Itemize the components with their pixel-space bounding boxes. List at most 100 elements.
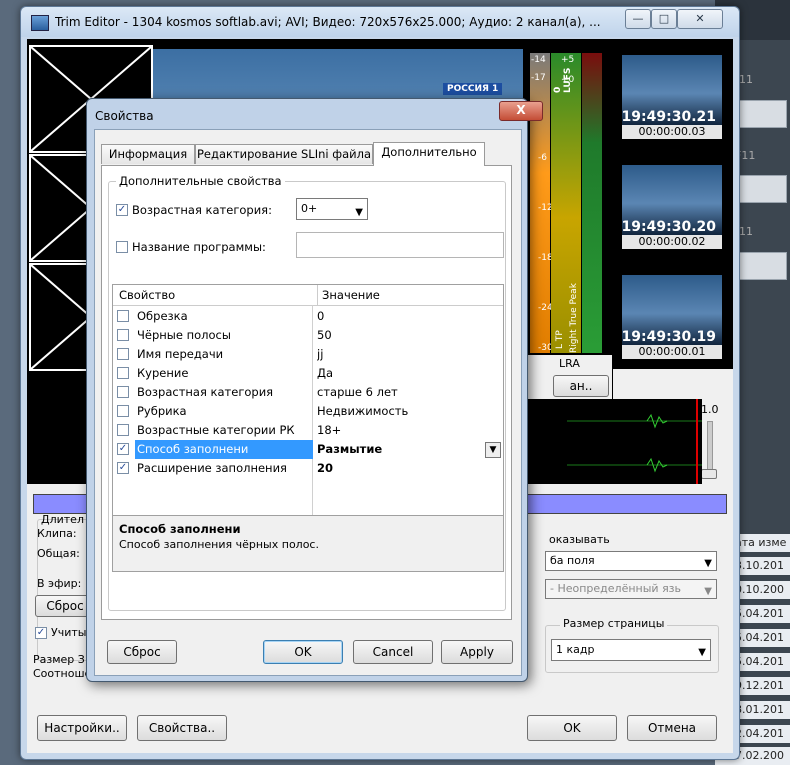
thumbnail[interactable]: 19:49:30.20 00:00:00.02 [617,165,727,249]
ltp-label: L TP [555,330,565,349]
table-row[interactable]: Имя передачи jj [113,345,503,364]
audio-waveform [567,399,702,484]
row-value: старше 6 лет [317,385,398,399]
bg-side-label-3: 11 [739,225,753,238]
row-value: jj [317,347,324,361]
thumbnail[interactable]: 19:49:30.19 00:00:00.01 [617,275,727,359]
meter-tick: +5 [561,55,575,65]
ok-button[interactable]: OK [527,715,617,741]
thumbnail[interactable]: 19:49:30.21 00:00:00.03 [617,55,727,139]
meter-tick: -17 [531,73,546,83]
table-row[interactable]: Курение Да [113,364,503,383]
close-icon[interactable]: ✕ [677,9,723,29]
volume-slider-thumb[interactable] [701,469,717,479]
age-category-label: Возрастная категория: [132,203,272,217]
chevron-down-icon: ▼ [698,647,706,658]
program-name-checkbox[interactable] [116,241,128,253]
tab-additional[interactable]: Дополнительно [373,142,485,166]
ok-button[interactable]: OK [263,640,343,664]
total-label: Общая: [37,547,80,560]
row-checkbox[interactable]: ✓ [117,443,129,455]
meter-settings-button[interactable]: ан.. [553,375,609,397]
description-text: Способ заполнения чёрных полос. [119,538,319,551]
table-row[interactable]: Чёрные полосы 50 [113,326,503,345]
row-name: Рубрика [137,404,187,418]
frame-size-label: Размер З [33,653,85,666]
close-icon[interactable]: X [499,101,543,121]
bg-side-label-1: 11 [739,73,753,86]
reset-button[interactable]: Сброс [107,640,177,664]
row-checkbox[interactable] [117,405,129,417]
header-value[interactable]: Значение [317,285,380,305]
properties-dialog: Свойства X Информация Редактирование SLI… [86,98,543,682]
row-name: Возрастная категория [137,385,274,399]
page-size-dropdown[interactable]: 1 кадр ▼ [551,639,711,661]
program-name-input[interactable] [296,232,504,258]
table-row[interactable]: Обрезка 0 [113,307,503,326]
table-row[interactable]: Рубрика Недвижимость [113,402,503,421]
loudness-range-meter [582,53,602,353]
row-name: Возрастные категории РК [137,423,295,437]
row-checkbox[interactable] [117,348,129,360]
clip-label: Клипа: [37,527,77,540]
row-value: 0 [317,309,325,323]
app-icon [31,15,49,31]
thumbnail-timecode: 00:00:00.02 [622,235,722,249]
table-row[interactable]: Возрастная категория старше 6 лет [113,383,503,402]
group-title: Дополнительные свойства [116,174,285,188]
age-category-value: 0+ [301,202,318,215]
account-label: Учиты [51,626,87,639]
settings-button[interactable]: Настройки.. [37,715,127,741]
thumbnail-timecode: 00:00:00.01 [622,345,722,359]
tab-info[interactable]: Информация [101,144,195,164]
duration-label: Длител [41,513,84,526]
row-checkbox[interactable]: ✓ [117,462,129,474]
chevron-down-icon: ▼ [704,586,712,597]
row-value: 50 [317,328,332,342]
row-name: Обрезка [137,309,188,323]
age-category-checkbox[interactable]: ✓ [116,204,128,216]
minimize-icon[interactable]: — [625,9,651,29]
additional-tab-panel: Дополнительные свойства ✓ Возрастная кат… [101,165,512,620]
thumbnail-timecode: 00:00:00.03 [622,125,722,139]
trim-editor-title: Trim Editor - 1304 kosmos softlab.avi; A… [55,15,601,29]
row-name: Чёрные полосы [137,328,231,342]
language-value: - Неопределённый язь [550,582,682,595]
row-checkbox[interactable] [117,310,129,322]
row-value: Размытие [317,442,383,456]
row-value: Да [317,366,334,380]
description-box: Способ заполнени Способ заполнения чёрны… [113,515,503,571]
row-checkbox[interactable] [117,329,129,341]
meter-controls: LRA ан.. [527,355,612,399]
cancel-button[interactable]: Отмена [627,715,717,741]
properties-button[interactable]: Свойства.. [137,715,227,741]
table-row-selected[interactable]: ✓ Способ заполнени Размытие ▼ [113,440,503,459]
maximize-icon[interactable]: □ [651,9,677,29]
on-air-label: В эфир: [37,577,82,590]
row-checkbox[interactable] [117,424,129,436]
account-checkbox[interactable]: ✓ [35,627,47,639]
tab-slini-edit[interactable]: Редактирование SLIni файла [195,144,373,164]
language-dropdown[interactable]: - Неопределённый язь ▼ [545,579,717,599]
properties-dialog-body: Информация Редактирование SLIni файла До… [94,129,522,676]
chevron-down-icon[interactable]: ▼ [485,442,501,458]
row-checkbox[interactable] [117,367,129,379]
cancel-button[interactable]: Cancel [353,640,433,664]
row-checkbox[interactable] [117,386,129,398]
thumbnail-time: 19:49:30.19 [621,329,716,345]
age-category-dropdown[interactable]: 0+ ▼ [296,198,368,220]
description-title: Способ заполнени [119,522,241,536]
table-row[interactable]: ✓ Расширение заполнения 20 [113,459,503,478]
page-size-label: Размер страницы [560,617,668,630]
table-row[interactable]: Возрастные категории РК 18+ [113,421,503,440]
table-header: Свойство Значение [113,285,503,306]
chevron-down-icon: ▼ [704,558,712,569]
header-property[interactable]: Свойство [119,285,175,305]
properties-titlebar[interactable] [87,99,487,129]
field-mode-dropdown[interactable]: ба поля ▼ [545,551,717,571]
row-value: Недвижимость [317,404,409,418]
chevron-down-icon: ▼ [355,207,363,218]
program-name-label: Название программы: [132,240,266,254]
apply-button[interactable]: Apply [441,640,513,664]
trim-editor-titlebar[interactable]: Trim Editor - 1304 kosmos softlab.avi; A… [21,7,739,37]
